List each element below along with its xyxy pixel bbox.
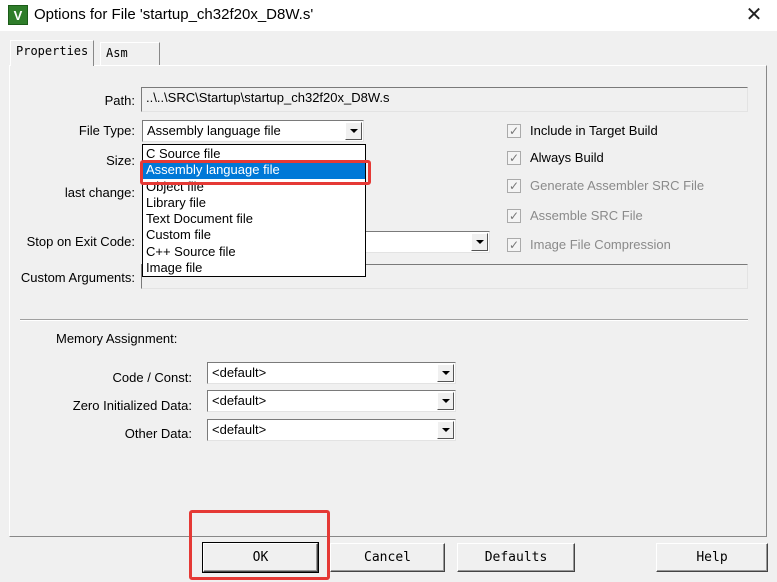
separator	[20, 319, 748, 321]
zero-init-data-dropdown-button[interactable]	[437, 392, 454, 410]
chevron-down-icon	[441, 399, 450, 403]
zero-init-data-select[interactable]: <default>	[207, 390, 456, 412]
checkbox-label: Always Build	[530, 150, 604, 165]
checkbox-label: Image File Compression	[530, 237, 671, 252]
zero-init-data-label: Zero Initialized Data:	[72, 398, 192, 413]
checkmark-icon: ✓	[507, 209, 521, 223]
file-type-option[interactable]: Library file	[143, 195, 365, 211]
size-label: Size:	[106, 153, 135, 168]
file-type-option[interactable]: Text Document file	[143, 211, 365, 227]
checkmark-icon: ✓	[507, 179, 521, 193]
file-type-select[interactable]: Assembly language file	[142, 120, 364, 142]
close-icon[interactable]: ✕	[739, 2, 769, 28]
custom-arguments-label: Custom Arguments:	[20, 270, 135, 285]
stop-on-exit-dropdown-button[interactable]	[471, 233, 488, 251]
checkbox-label: Assemble SRC File	[530, 208, 643, 223]
path-label: Path:	[104, 93, 135, 108]
checkmark-icon: ✓	[507, 238, 521, 252]
tab-asm[interactable]: Asm	[100, 42, 160, 65]
file-type-option[interactable]: Image file	[143, 260, 365, 276]
other-data-select[interactable]: <default>	[207, 419, 456, 441]
chevron-down-icon	[349, 129, 358, 133]
keil-app-icon: V	[8, 5, 28, 25]
memory-assignment-title: Memory Assignment:	[56, 331, 178, 346]
file-type-option[interactable]: C++ Source file	[143, 244, 365, 260]
file-type-dropdown-button[interactable]	[345, 122, 362, 140]
path-field[interactable]: ..\..\SRC\Startup\startup_ch32f20x_D8W.s	[141, 87, 748, 112]
annotation-highlight-assembly-option	[140, 160, 371, 185]
code-const-label: Code / Const:	[112, 370, 193, 385]
tab-properties[interactable]: Properties	[10, 40, 95, 66]
file-type-label: File Type:	[78, 123, 135, 138]
checkbox-label: Generate Assembler SRC File	[530, 178, 705, 193]
title-bar: V Options for File 'startup_ch32f20x_D8W…	[0, 0, 777, 31]
chevron-down-icon	[475, 240, 484, 244]
annotation-highlight-ok-button	[189, 510, 330, 580]
code-const-select[interactable]: <default>	[207, 362, 456, 384]
other-data-dropdown-button[interactable]	[437, 421, 454, 439]
other-data-value: <default>	[212, 422, 267, 437]
other-data-label: Other Data:	[124, 426, 192, 441]
chevron-down-icon	[441, 371, 450, 375]
window-title: Options for File 'startup_ch32f20x_D8W.s…	[34, 6, 314, 23]
file-type-option[interactable]: Custom file	[143, 227, 365, 243]
help-button[interactable]: Help	[656, 543, 768, 572]
code-const-dropdown-button[interactable]	[437, 364, 454, 382]
code-const-value: <default>	[212, 365, 267, 380]
last-change-label: last change:	[64, 185, 135, 200]
cancel-button[interactable]: Cancel	[330, 543, 445, 572]
zero-init-data-value: <default>	[212, 393, 267, 408]
stop-on-exit-label: Stop on Exit Code:	[26, 234, 135, 249]
chevron-down-icon	[441, 428, 450, 432]
checkbox-label: Include in Target Build	[530, 123, 658, 138]
checkmark-icon: ✓	[507, 151, 521, 165]
defaults-button[interactable]: Defaults	[457, 543, 575, 572]
checkmark-icon: ✓	[507, 124, 521, 138]
file-type-value: Assembly language file	[147, 123, 281, 138]
